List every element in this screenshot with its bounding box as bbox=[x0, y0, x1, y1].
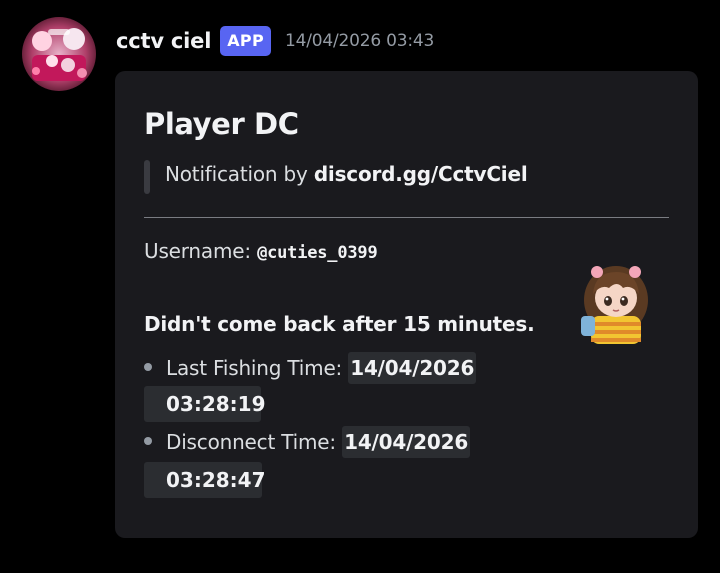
player-thumbnail[interactable] bbox=[573, 258, 659, 344]
bullet-icon bbox=[144, 363, 152, 371]
field-time: 03:28:47 bbox=[144, 462, 266, 498]
field-date: 14/04/2026 bbox=[348, 352, 477, 384]
list-item: Disconnect Time: 14/04/2026 bbox=[166, 426, 471, 458]
chat-message: cctv ciel APP 14/04/2026 03:43 Player DC… bbox=[0, 0, 720, 573]
list-item: Last Fishing Time: 14/04/2026 bbox=[166, 352, 477, 384]
app-badge: APP bbox=[220, 26, 271, 56]
avatar-image-icon bbox=[22, 17, 96, 91]
field-label: Last Fishing Time: bbox=[166, 356, 349, 380]
invite-link[interactable]: discord.gg/CctvCiel bbox=[314, 162, 528, 186]
embed-description: Notification by discord.gg/CctvCiel bbox=[165, 162, 528, 186]
message-header: cctv ciel APP 14/04/2026 03:43 bbox=[116, 24, 434, 58]
quote-bar bbox=[144, 160, 150, 194]
player-avatar-icon bbox=[581, 266, 648, 344]
description-prefix: Notification by bbox=[165, 162, 314, 186]
status-line: Didn't come back after 15 minutes. bbox=[144, 312, 535, 336]
bullet-icon bbox=[144, 437, 152, 445]
username-label: Username: bbox=[144, 239, 258, 263]
embed-card: Player DC Notification by discord.gg/Cct… bbox=[115, 71, 698, 538]
message-timestamp: 14/04/2026 03:43 bbox=[284, 31, 435, 51]
divider bbox=[144, 217, 669, 218]
field-label: Disconnect Time: bbox=[166, 430, 343, 454]
author-name[interactable]: cctv ciel bbox=[116, 29, 211, 53]
username-value: @cuties_0399 bbox=[257, 243, 378, 263]
field-time: 03:28:19 bbox=[144, 386, 266, 422]
username-field: Username: @cuties_0399 bbox=[144, 239, 378, 263]
field-date: 14/04/2026 bbox=[342, 426, 471, 458]
bot-avatar[interactable] bbox=[22, 17, 96, 91]
embed-title: Player DC bbox=[144, 107, 299, 141]
